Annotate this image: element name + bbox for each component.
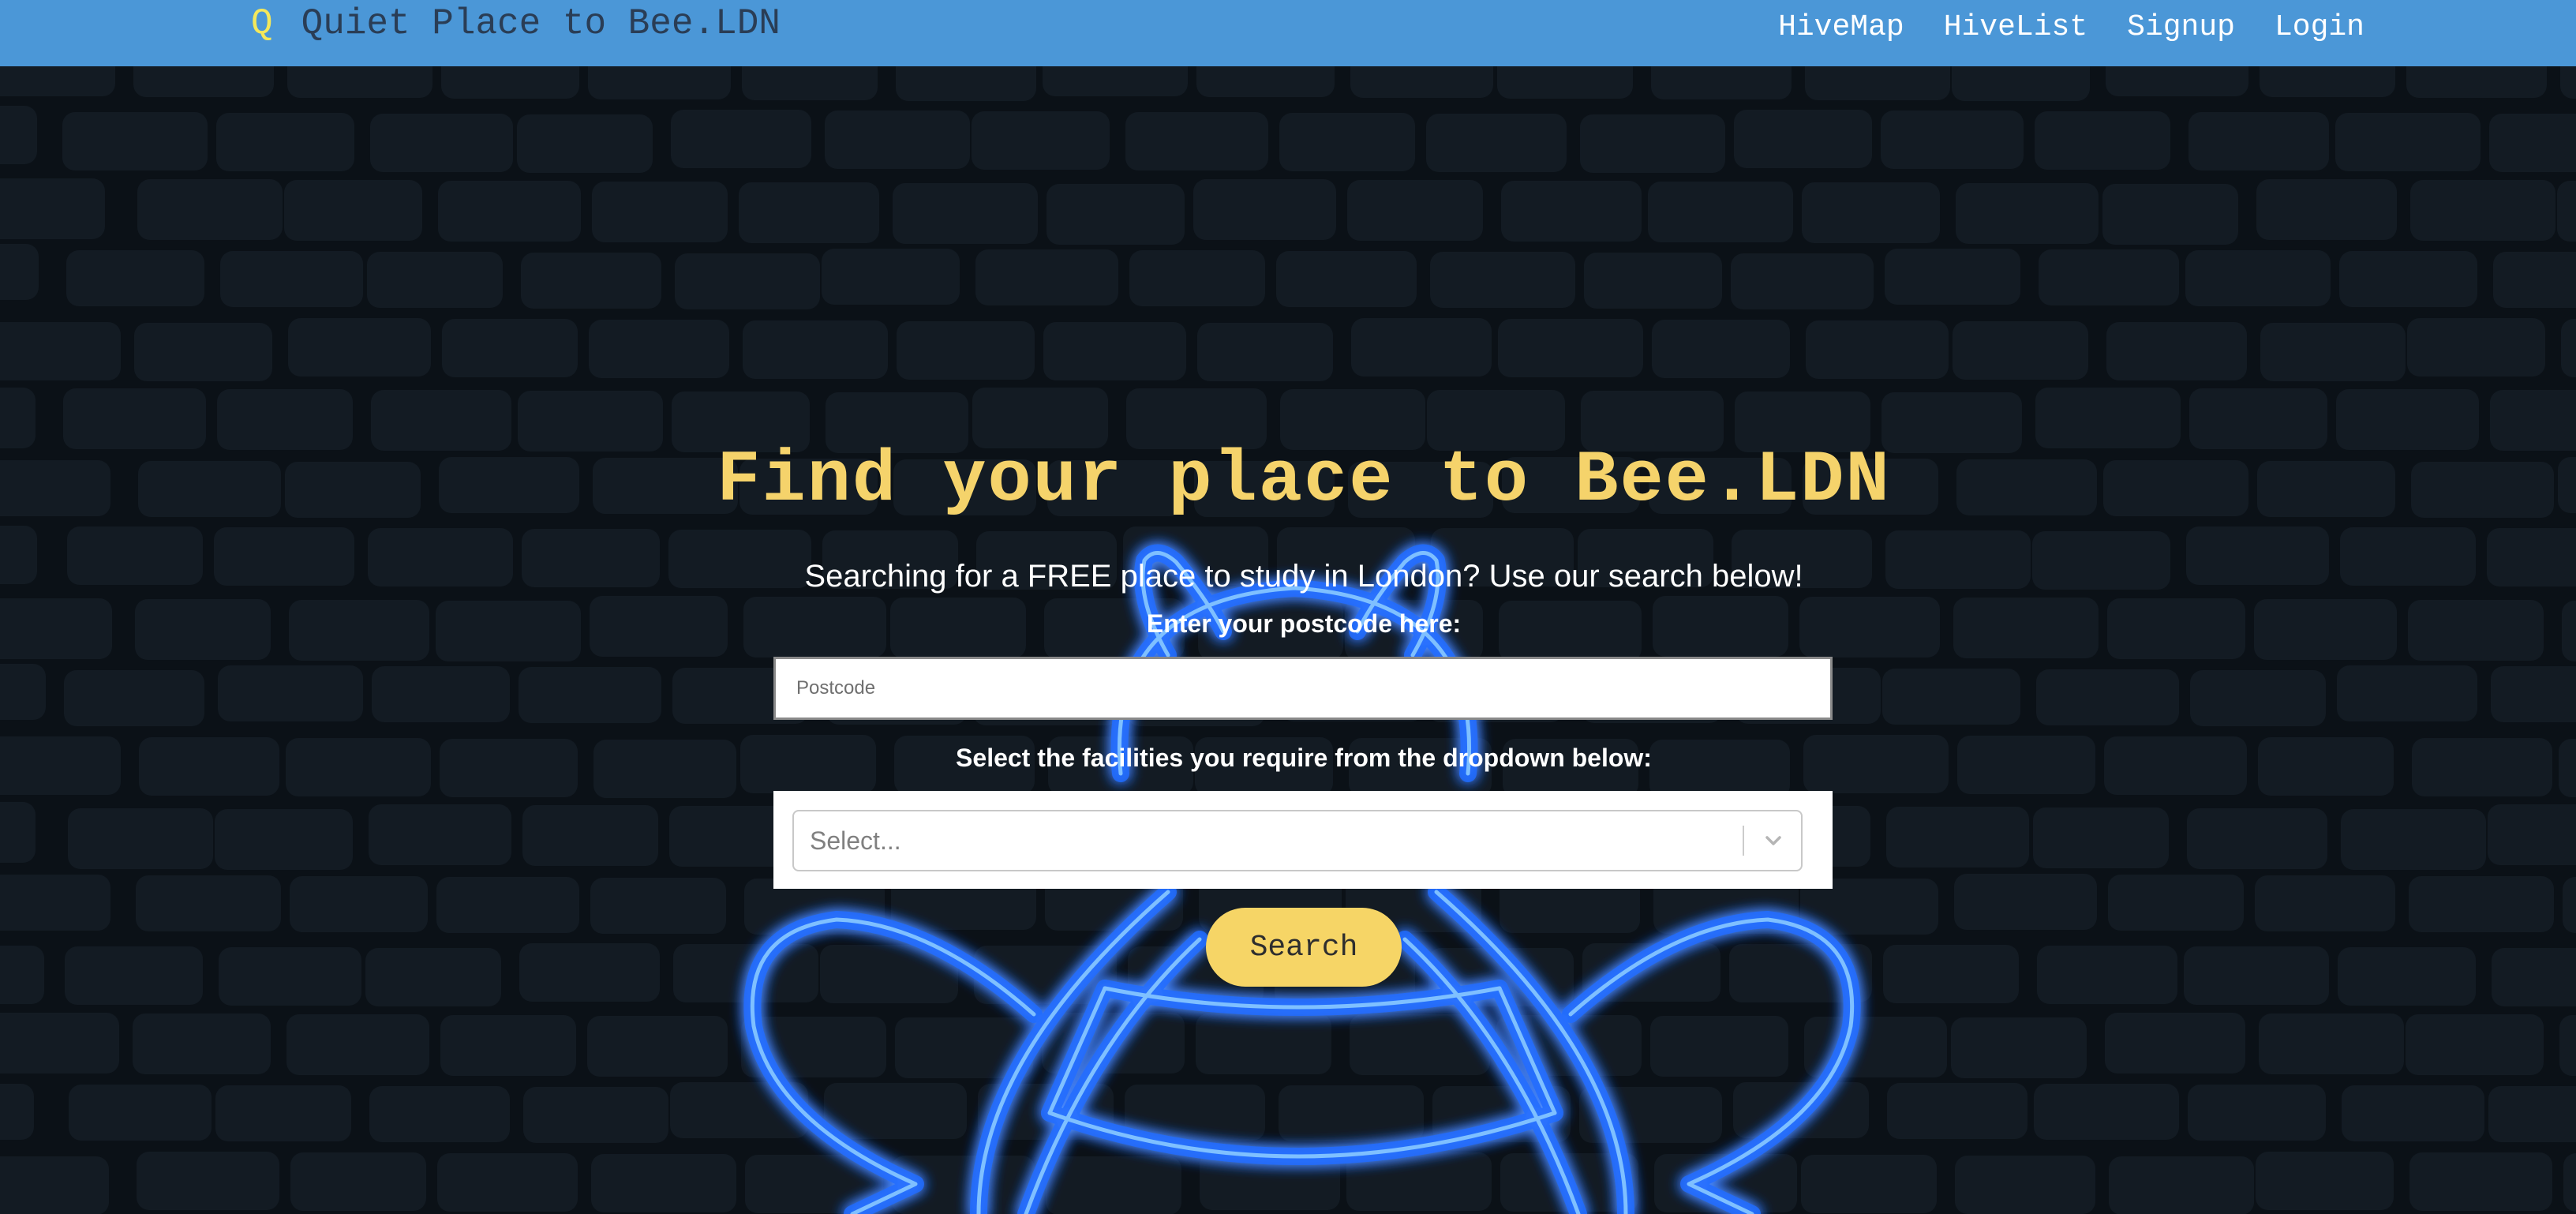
facilities-select[interactable]: Select... <box>792 810 1803 871</box>
page: Q Quiet Place to Bee.LDN HiveMap HiveLis… <box>0 0 2576 1214</box>
navbar: Q Quiet Place to Bee.LDN HiveMap HiveLis… <box>0 0 2576 66</box>
chevron-down-icon[interactable] <box>1758 826 1788 856</box>
facilities-select-container: Select... <box>773 791 1833 889</box>
facilities-label: Select the facilities you require from t… <box>956 744 1652 772</box>
nav-links: HiveMap HiveList Signup Login <box>1778 5 2364 49</box>
search-section: Find your place to Bee.LDN Searching for… <box>0 0 2576 1214</box>
postcode-input[interactable] <box>773 657 1833 720</box>
search-button[interactable]: Search <box>1206 908 1402 987</box>
nav-link-signup[interactable]: Signup <box>2127 10 2235 44</box>
nav-link-hivelist[interactable]: HiveList <box>1944 10 2087 44</box>
nav-link-hivemap[interactable]: HiveMap <box>1778 10 1904 44</box>
page-subtitle: Searching for a FREE place to study in L… <box>804 559 1803 594</box>
select-separator <box>1743 826 1744 856</box>
facilities-select-placeholder: Select... <box>810 826 901 855</box>
page-title: Find your place to Bee.LDN <box>717 439 1891 522</box>
brand-name: Quiet Place to Bee.LDN <box>301 3 781 44</box>
nav-link-login[interactable]: Login <box>2275 10 2364 44</box>
postcode-label: Enter your postcode here: <box>1146 609 1462 638</box>
brand-link[interactable]: Q Quiet Place to Bee.LDN <box>251 2 781 46</box>
q-logo-icon: Q <box>251 3 273 44</box>
